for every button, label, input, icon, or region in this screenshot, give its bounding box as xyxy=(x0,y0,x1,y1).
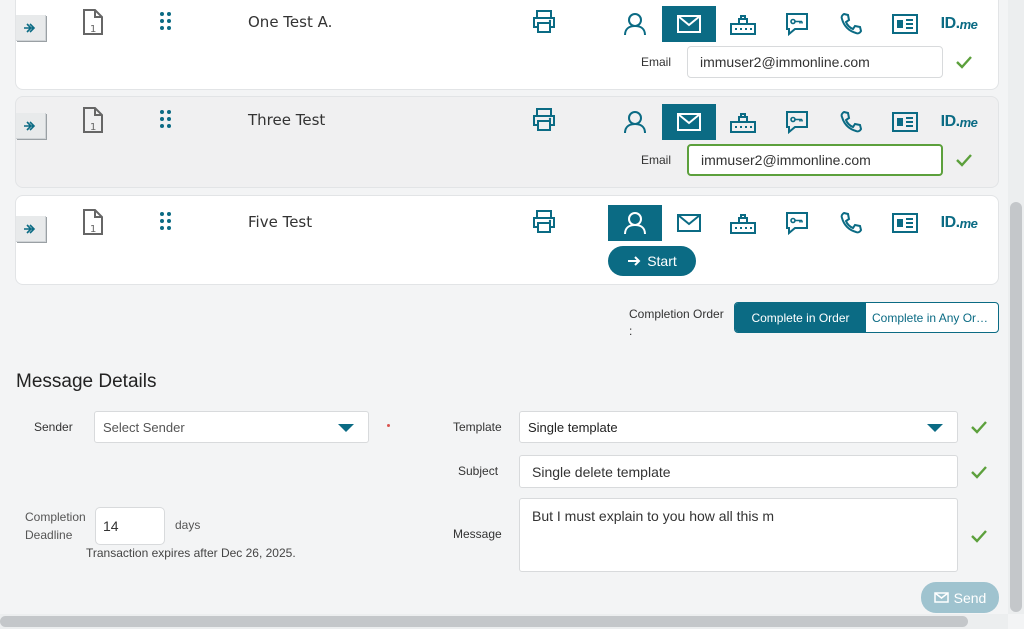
envelope-icon xyxy=(933,592,949,603)
section-title: Message Details xyxy=(16,371,157,392)
document-icon[interactable]: 1 xyxy=(82,107,104,137)
completion-deadline-label: Completion Deadline xyxy=(25,510,86,542)
signer-name: One Test A. xyxy=(248,13,333,31)
id-card-icon[interactable] xyxy=(878,205,932,241)
template-label: Template xyxy=(453,420,502,434)
subject-label: Subject xyxy=(458,464,499,478)
complete-in-any-order-option[interactable]: Complete in Any Order xyxy=(866,303,998,332)
drag-handle-icon[interactable] xyxy=(159,211,173,235)
complete-in-order-option[interactable]: Complete in Order xyxy=(735,303,866,332)
email-input[interactable]: immuser2@immonline.com xyxy=(687,46,943,78)
signer-name: Three Test xyxy=(248,111,326,129)
drag-handle-icon[interactable] xyxy=(159,11,173,35)
vertical-scrollbar[interactable] xyxy=(1008,0,1024,614)
drag-handle-icon[interactable] xyxy=(159,109,173,133)
completion-order-label: Completion Order : xyxy=(629,307,724,338)
deadline-days-input[interactable]: 14 xyxy=(95,507,165,545)
document-icon[interactable]: 1 xyxy=(82,209,104,239)
envelope-icon[interactable] xyxy=(662,6,716,42)
check-icon xyxy=(971,421,987,434)
chevron-down-icon xyxy=(927,424,943,432)
document-icon[interactable]: 1 xyxy=(82,9,104,39)
horizontal-scrollbar[interactable] xyxy=(0,614,1008,629)
expand-toggle-button[interactable] xyxy=(16,113,46,139)
phone-icon[interactable] xyxy=(824,104,878,140)
expand-arrow-icon xyxy=(23,223,35,234)
subject-input[interactable]: Single delete template xyxy=(519,455,958,488)
send-button[interactable]: Send xyxy=(921,582,999,613)
email-label: Email xyxy=(640,153,671,167)
horizontal-scrollbar-thumb[interactable] xyxy=(0,616,968,627)
signer-card: 1 One Test A. ID. me Email immuser2@immon… xyxy=(15,0,999,90)
envelope-icon[interactable] xyxy=(662,104,716,140)
router-icon[interactable] xyxy=(716,6,770,42)
person-icon[interactable] xyxy=(608,6,662,42)
svg-text:1: 1 xyxy=(90,24,96,35)
expand-arrow-icon xyxy=(23,120,35,131)
days-unit-label: days xyxy=(175,518,201,532)
check-icon xyxy=(956,56,972,69)
person-icon[interactable] xyxy=(608,104,662,140)
envelope-icon[interactable] xyxy=(662,205,716,241)
send-label: Send xyxy=(953,589,987,606)
idme-logo[interactable]: ID. me xyxy=(932,205,986,241)
print-icon[interactable] xyxy=(531,107,557,135)
idme-logo[interactable]: ID. me xyxy=(932,6,986,42)
sender-label: Sender xyxy=(34,420,73,434)
id-card-icon[interactable] xyxy=(878,6,932,42)
print-icon[interactable] xyxy=(531,9,557,37)
chat-key-icon[interactable] xyxy=(770,104,824,140)
message-textarea[interactable]: But I must explain to you how all this m xyxy=(519,498,958,572)
check-icon xyxy=(971,466,987,479)
vertical-scrollbar-thumb[interactable] xyxy=(1010,202,1022,612)
arrow-right-icon xyxy=(628,256,641,266)
person-icon[interactable] xyxy=(608,205,662,241)
email-label: Email xyxy=(640,55,671,69)
svg-text:1: 1 xyxy=(90,224,96,235)
phone-icon[interactable] xyxy=(824,6,878,42)
template-select[interactable]: Single template xyxy=(519,411,958,443)
idme-logo[interactable]: ID. me xyxy=(932,104,986,140)
sender-select[interactable]: Select Sender xyxy=(94,411,369,443)
check-icon xyxy=(971,530,987,543)
id-card-icon[interactable] xyxy=(878,104,932,140)
required-indicator xyxy=(387,424,390,427)
chat-key-icon[interactable] xyxy=(770,205,824,241)
expand-toggle-button[interactable] xyxy=(16,216,46,242)
svg-text:1: 1 xyxy=(90,122,96,133)
signer-card: 1 Five Test ID. me Start xyxy=(15,195,999,285)
router-icon[interactable] xyxy=(716,104,770,140)
email-input[interactable]: immuser2@immonline.com xyxy=(687,144,943,176)
chat-key-icon[interactable] xyxy=(770,6,824,42)
router-icon[interactable] xyxy=(716,205,770,241)
check-icon xyxy=(956,154,972,167)
expiry-text: Transaction expires after Dec 26, 2025. xyxy=(86,546,296,560)
signer-card: 1 Three Test ID. me Email immuser2@immonl… xyxy=(15,96,999,188)
completion-order-toggle[interactable]: Complete in Order Complete in Any Order xyxy=(734,302,999,333)
phone-icon[interactable] xyxy=(824,205,878,241)
expand-toggle-button[interactable] xyxy=(16,15,46,41)
expand-arrow-icon xyxy=(23,22,35,33)
start-label: Start xyxy=(647,253,677,269)
signer-name: Five Test xyxy=(248,213,313,231)
chevron-down-icon xyxy=(338,424,354,432)
start-button[interactable]: Start xyxy=(608,246,696,276)
print-icon[interactable] xyxy=(531,209,557,237)
message-label: Message xyxy=(453,527,502,541)
